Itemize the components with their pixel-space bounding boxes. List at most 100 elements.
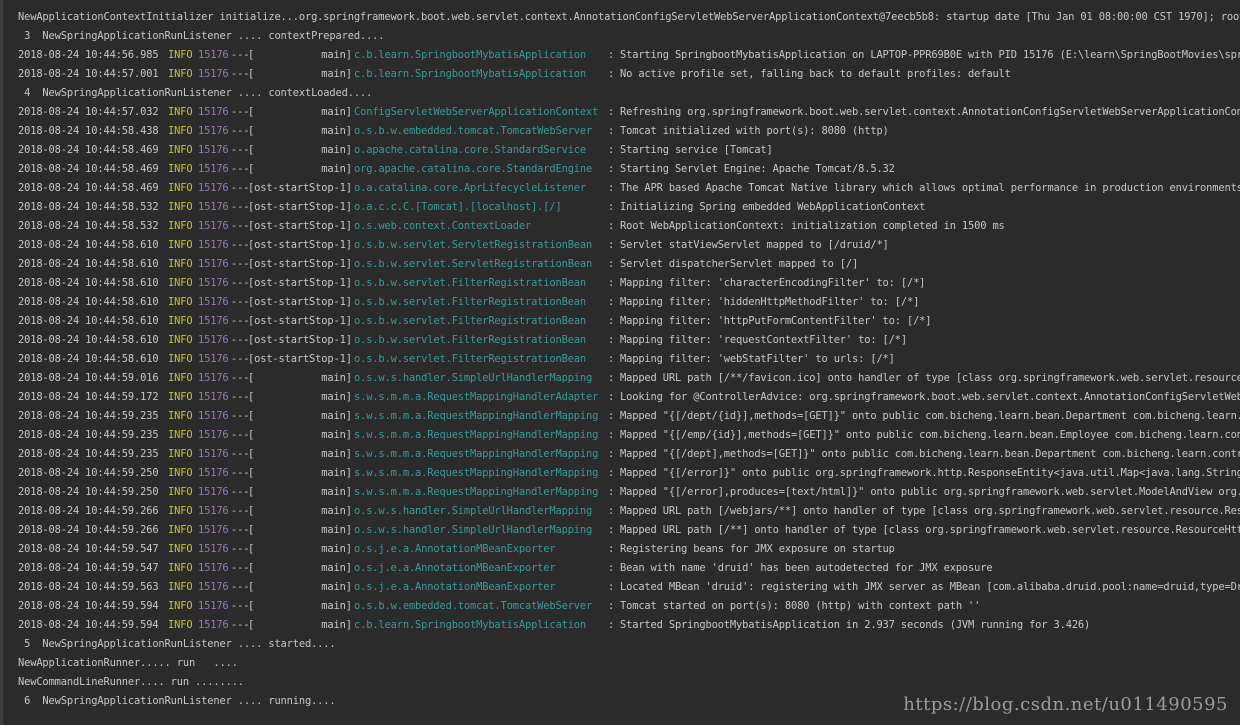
log-level: INFO: [168, 524, 193, 536]
log-separator: ---: [231, 429, 250, 441]
log-level: INFO: [168, 220, 193, 232]
log-separator: ---: [231, 353, 250, 365]
log-level: INFO: [168, 391, 193, 403]
log-logger: o.s.b.w.embedded.tomcat.TomcatWebServer: [354, 125, 593, 137]
log-pid: 15176: [198, 524, 229, 536]
log-colon: :: [608, 524, 615, 536]
log-timestamp: 2018-08-24 10:44:59.266: [18, 505, 159, 517]
log-logger: o.s.j.e.a.AnnotationMBeanExporter: [354, 562, 556, 574]
log-timestamp: 2018-08-24 10:44:58.610: [18, 315, 159, 327]
log-colon: :: [608, 543, 615, 555]
log-timestamp: 2018-08-24 10:44:58.610: [18, 277, 159, 289]
console-output[interactable]: NewApplicationContextInitializer initial…: [18, 8, 1240, 725]
log-message: Mapped "{[/dept/{id}],methods=[GET]}" on…: [620, 410, 1240, 422]
log-pid: 15176: [198, 429, 229, 441]
log-line: 2018-08-24 10:44:59.547 INFO 15176 ---[ mai…: [18, 559, 1240, 578]
log-thread: [ost-startStop-1]: [248, 296, 352, 308]
log-pid: 15176: [198, 448, 229, 460]
log-level: INFO: [168, 543, 193, 555]
log-level: INFO: [168, 296, 193, 308]
log-line: 2018-08-24 10:44:59.016 INFO 15176 ---[ mai…: [18, 369, 1240, 388]
log-colon: :: [608, 353, 615, 365]
log-colon: :: [608, 49, 615, 61]
log-line: 2018-08-24 10:44:59.266 INFO 15176 ---[ mai…: [18, 502, 1240, 521]
log-line: 2018-08-24 10:44:59.547 INFO 15176 ---[ mai…: [18, 540, 1240, 559]
console-text: 5 NewSpringApplicationRunListener .... s…: [18, 638, 336, 650]
log-pid: 15176: [198, 486, 229, 498]
log-level: INFO: [168, 448, 193, 460]
console-text-line: NewCommandLineRunner.... run ........: [18, 673, 1240, 692]
log-separator: ---: [231, 315, 250, 327]
log-thread: [ost-startStop-1]: [248, 353, 352, 365]
log-pid: 15176: [198, 182, 229, 194]
log-separator: ---: [231, 258, 250, 270]
log-separator: ---: [231, 581, 250, 593]
log-colon: :: [608, 106, 615, 118]
log-colon: :: [608, 410, 615, 422]
log-thread: [ main]: [248, 125, 352, 137]
log-thread: [ main]: [248, 429, 352, 441]
log-separator: ---: [231, 49, 250, 61]
log-line: 2018-08-24 10:44:59.563 INFO 15176 ---[ mai…: [18, 578, 1240, 597]
log-colon: :: [608, 68, 615, 80]
log-message: Mapped "{[/error]}" onto public org.spri…: [620, 467, 1240, 479]
log-logger: o.s.j.e.a.AnnotationMBeanExporter: [354, 581, 556, 593]
log-message: Refreshing org.springframework.boot.web.…: [620, 106, 1240, 118]
log-timestamp: 2018-08-24 10:44:59.547: [18, 543, 159, 555]
log-colon: :: [608, 372, 615, 384]
log-colon: :: [608, 581, 615, 593]
log-timestamp: 2018-08-24 10:44:59.594: [18, 619, 159, 631]
log-logger: s.w.s.m.m.a.RequestMappingHandlerMapping: [354, 410, 599, 422]
log-separator: ---: [231, 201, 250, 213]
log-separator: ---: [231, 505, 250, 517]
log-logger: s.w.s.m.m.a.RequestMappingHandlerMapping: [354, 429, 599, 441]
log-level: INFO: [168, 334, 193, 346]
log-thread: [ost-startStop-1]: [248, 334, 352, 346]
watermark: https://blog.csdn.net/u011490595: [903, 694, 1228, 715]
log-colon: :: [608, 258, 615, 270]
log-thread: [ main]: [248, 49, 352, 61]
log-colon: :: [608, 163, 615, 175]
log-timestamp: 2018-08-24 10:44:59.547: [18, 562, 159, 574]
log-thread: [ main]: [248, 448, 352, 460]
log-line: 2018-08-24 10:44:59.235 INFO 15176 ---[ mai…: [18, 445, 1240, 464]
log-pid: 15176: [198, 353, 229, 365]
log-level: INFO: [168, 600, 193, 612]
log-timestamp: 2018-08-24 10:44:59.235: [18, 429, 159, 441]
log-timestamp: 2018-08-24 10:44:58.610: [18, 258, 159, 270]
log-logger: o.a.c.c.C.[Tomcat].[localhost].[/]: [354, 201, 562, 213]
log-line: 2018-08-24 10:44:58.610 INFO 15176 ---[ost-…: [18, 331, 1240, 350]
log-separator: ---: [231, 448, 250, 460]
log-level: INFO: [168, 372, 193, 384]
log-thread: [ost-startStop-1]: [248, 315, 352, 327]
log-timestamp: 2018-08-24 10:44:58.610: [18, 353, 159, 365]
log-timestamp: 2018-08-24 10:44:58.610: [18, 334, 159, 346]
log-message: Mapped URL path [/webjars/**] onto handl…: [620, 505, 1240, 517]
console-text-line: 4 NewSpringApplicationRunListener .... c…: [18, 84, 1240, 103]
log-separator: ---: [231, 562, 250, 574]
log-thread: [ main]: [248, 600, 352, 612]
log-message: Initializing Spring embedded WebApplicat…: [620, 201, 926, 213]
log-pid: 15176: [198, 391, 229, 403]
log-pid: 15176: [198, 49, 229, 61]
log-timestamp: 2018-08-24 10:44:59.250: [18, 467, 159, 479]
log-line: 2018-08-24 10:44:58.469 INFO 15176 ---[ mai…: [18, 160, 1240, 179]
log-colon: :: [608, 619, 615, 631]
log-logger: o.s.b.w.servlet.FilterRegistrationBean: [354, 353, 587, 365]
log-pid: 15176: [198, 581, 229, 593]
log-separator: ---: [231, 182, 250, 194]
log-pid: 15176: [198, 372, 229, 384]
log-line: 2018-08-24 10:44:58.469 INFO 15176 ---[ost-…: [18, 179, 1240, 198]
log-line: 2018-08-24 10:44:59.172 INFO 15176 ---[ mai…: [18, 388, 1240, 407]
log-message: Mapping filter: 'httpPutFormContentFilte…: [620, 315, 932, 327]
log-thread: [ main]: [248, 163, 352, 175]
log-logger: s.w.s.m.m.a.RequestMappingHandlerMapping: [354, 486, 599, 498]
log-separator: ---: [231, 391, 250, 403]
log-level: INFO: [168, 201, 193, 213]
log-level: INFO: [168, 144, 193, 156]
log-level: INFO: [168, 68, 193, 80]
log-level: INFO: [168, 163, 193, 175]
log-timestamp: 2018-08-24 10:44:59.172: [18, 391, 159, 403]
console-text: NewCommandLineRunner.... run ........: [18, 676, 244, 688]
log-separator: ---: [231, 106, 250, 118]
